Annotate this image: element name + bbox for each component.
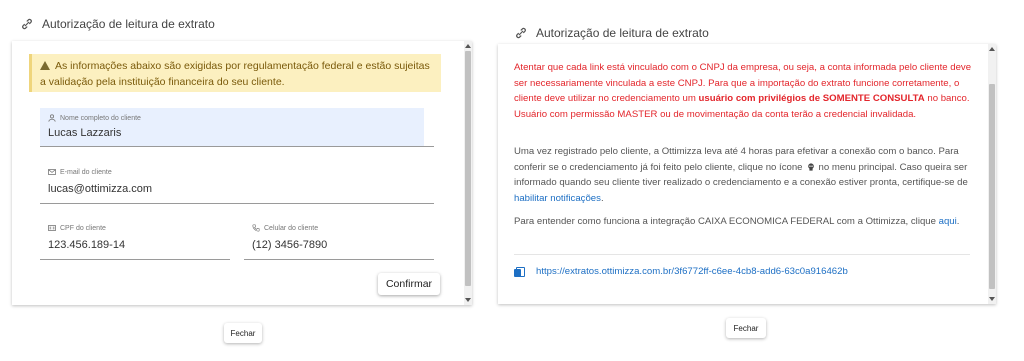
mail-icon [48,169,56,175]
scroll-down-arrow[interactable] [989,297,995,301]
confirm-button[interactable]: Confirmar [378,273,440,295]
skull-icon [807,162,814,171]
dialog-title: Autorização de leitura de extrato [20,17,215,31]
dialog-title: Autorização de leitura de extrato [514,26,709,40]
integration-link[interactable]: aqui [939,216,957,227]
person-icon [48,114,56,122]
dialog-content[interactable]: Atentar que cada link está vinculado com… [498,44,996,304]
name-label: Nome completo do cliente [48,114,141,122]
warning-alert: As informações abaixo são exigidas por r… [29,54,441,92]
name-value: Lucas Lazzaris [48,127,122,139]
cpf-field[interactable]: CPF do cliente 123.456.189-14 [40,218,230,260]
copy-icon[interactable] [514,266,525,277]
scrollbar[interactable] [988,44,996,304]
integration-info: Para entender como funciona a integração… [514,216,960,227]
id-card-icon [48,225,56,231]
close-button-left[interactable]: Fechar [224,323,262,343]
credential-warning: Atentar que cada link está vinculado com… [514,62,972,120]
dialog-title-text: Autorização de leitura de extrato [42,17,215,31]
phone-value: (12) 3456-7890 [252,239,328,251]
cpf-label: CPF do cliente [48,224,106,232]
dialog-title-text: Autorização de leitura de extrato [536,26,709,40]
close-button-right[interactable]: Fechar [726,318,766,338]
scroll-down-arrow[interactable] [465,298,471,302]
name-field-underline [40,146,434,147]
scroll-up-arrow[interactable] [465,44,471,48]
phone-label: Celular do cliente [252,224,318,232]
scrollbar[interactable] [464,41,472,305]
scroll-thumb[interactable] [465,51,471,286]
email-field[interactable]: E-mail do cliente lucas@ottimizza.com [40,162,434,204]
phone-icon [252,224,260,232]
link-icon [22,18,32,30]
email-label: E-mail do cliente [48,168,112,176]
warning-text: As informações abaixo são exigidas por r… [40,60,430,88]
cpf-value: 123.456.189-14 [48,239,126,251]
registration-info: Uma vez registrado pelo cliente, a Ottim… [514,146,968,204]
divider [514,254,970,255]
enable-notifications-link[interactable]: habilitar notificações [514,193,601,204]
email-value: lucas@ottimizza.com [48,183,153,195]
link-icon [516,27,526,39]
phone-field[interactable]: Celular do cliente (12) 3456-7890 [244,218,434,260]
scroll-up-arrow[interactable] [989,47,995,51]
name-field[interactable]: Nome completo do cliente Lucas Lazzaris [40,108,424,146]
right-dialog: Autorização de leitura de extrato Atenta… [498,0,996,304]
left-dialog: Autorização de leitura de extrato As inf… [0,0,472,305]
url-row: https://extratos.ottimizza.com.br/3f6772… [514,266,848,277]
authorization-url[interactable]: https://extratos.ottimizza.com.br/3f6772… [536,266,848,277]
scroll-thumb[interactable] [989,84,995,289]
warning-icon [40,61,50,70]
